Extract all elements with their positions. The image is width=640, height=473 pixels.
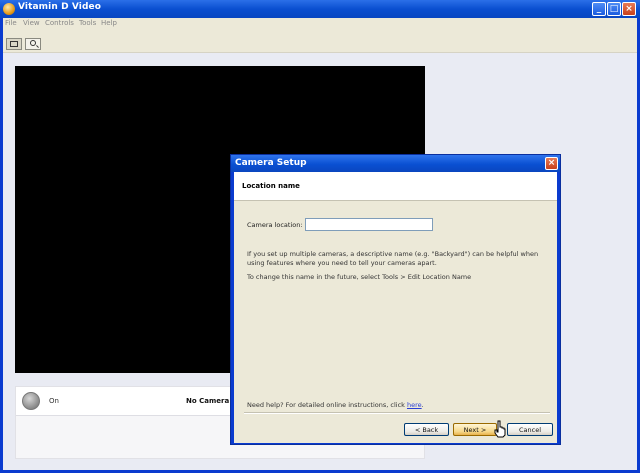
dialog-body: Location name Camera location: If you se… bbox=[234, 172, 557, 443]
dialog-header: Location name bbox=[234, 172, 557, 201]
camera-location-input[interactable] bbox=[305, 218, 433, 231]
app-icon bbox=[3, 3, 15, 15]
magnifier-icon bbox=[30, 40, 36, 46]
dialog-title: Camera Setup bbox=[235, 158, 307, 168]
menu-help[interactable]: Help bbox=[101, 19, 117, 27]
grid-view-button[interactable] bbox=[6, 38, 22, 50]
window-title: Vitamin D Video bbox=[18, 2, 101, 12]
info-paragraph-1: If you set up multiple cameras, a descri… bbox=[247, 250, 539, 267]
menu-view[interactable]: View bbox=[23, 19, 40, 27]
menu-tools[interactable]: Tools bbox=[79, 19, 96, 27]
close-button[interactable]: × bbox=[622, 2, 636, 16]
menu-file[interactable]: File bbox=[5, 19, 17, 27]
main-titlebar[interactable]: Vitamin D Video _ □ × bbox=[0, 0, 640, 18]
magnifier-button[interactable] bbox=[25, 38, 41, 50]
back-button[interactable]: < Back bbox=[404, 423, 449, 436]
camera-setup-dialog: Camera Setup × Location name Camera loca… bbox=[230, 154, 561, 445]
menu-controls[interactable]: Controls bbox=[45, 19, 74, 27]
status-light-icon bbox=[22, 392, 40, 410]
dialog-close-button[interactable]: × bbox=[545, 157, 558, 170]
toolbar bbox=[3, 30, 637, 53]
status-state: On bbox=[49, 397, 59, 405]
info-paragraph-2: To change this name in the future, selec… bbox=[247, 273, 472, 281]
dialog-separator bbox=[244, 412, 550, 414]
dialog-header-title: Location name bbox=[242, 182, 300, 190]
grid-view-icon bbox=[10, 41, 18, 47]
menu-bar: File View Controls Tools Help bbox=[3, 18, 637, 30]
camera-location-label: Camera location: bbox=[247, 221, 303, 229]
help-suffix: . bbox=[421, 401, 424, 409]
dialog-titlebar[interactable]: Camera Setup × bbox=[231, 155, 560, 172]
next-button[interactable]: Next > bbox=[453, 423, 497, 436]
cancel-button[interactable]: Cancel bbox=[507, 423, 553, 436]
help-link[interactable]: here bbox=[407, 401, 422, 409]
help-text: Need help? For detailed online instructi… bbox=[247, 401, 407, 409]
minimize-button[interactable]: _ bbox=[592, 2, 606, 16]
help-line: Need help? For detailed online instructi… bbox=[247, 401, 424, 409]
hand-cursor-icon bbox=[494, 420, 506, 438]
maximize-button[interactable]: □ bbox=[607, 2, 621, 16]
